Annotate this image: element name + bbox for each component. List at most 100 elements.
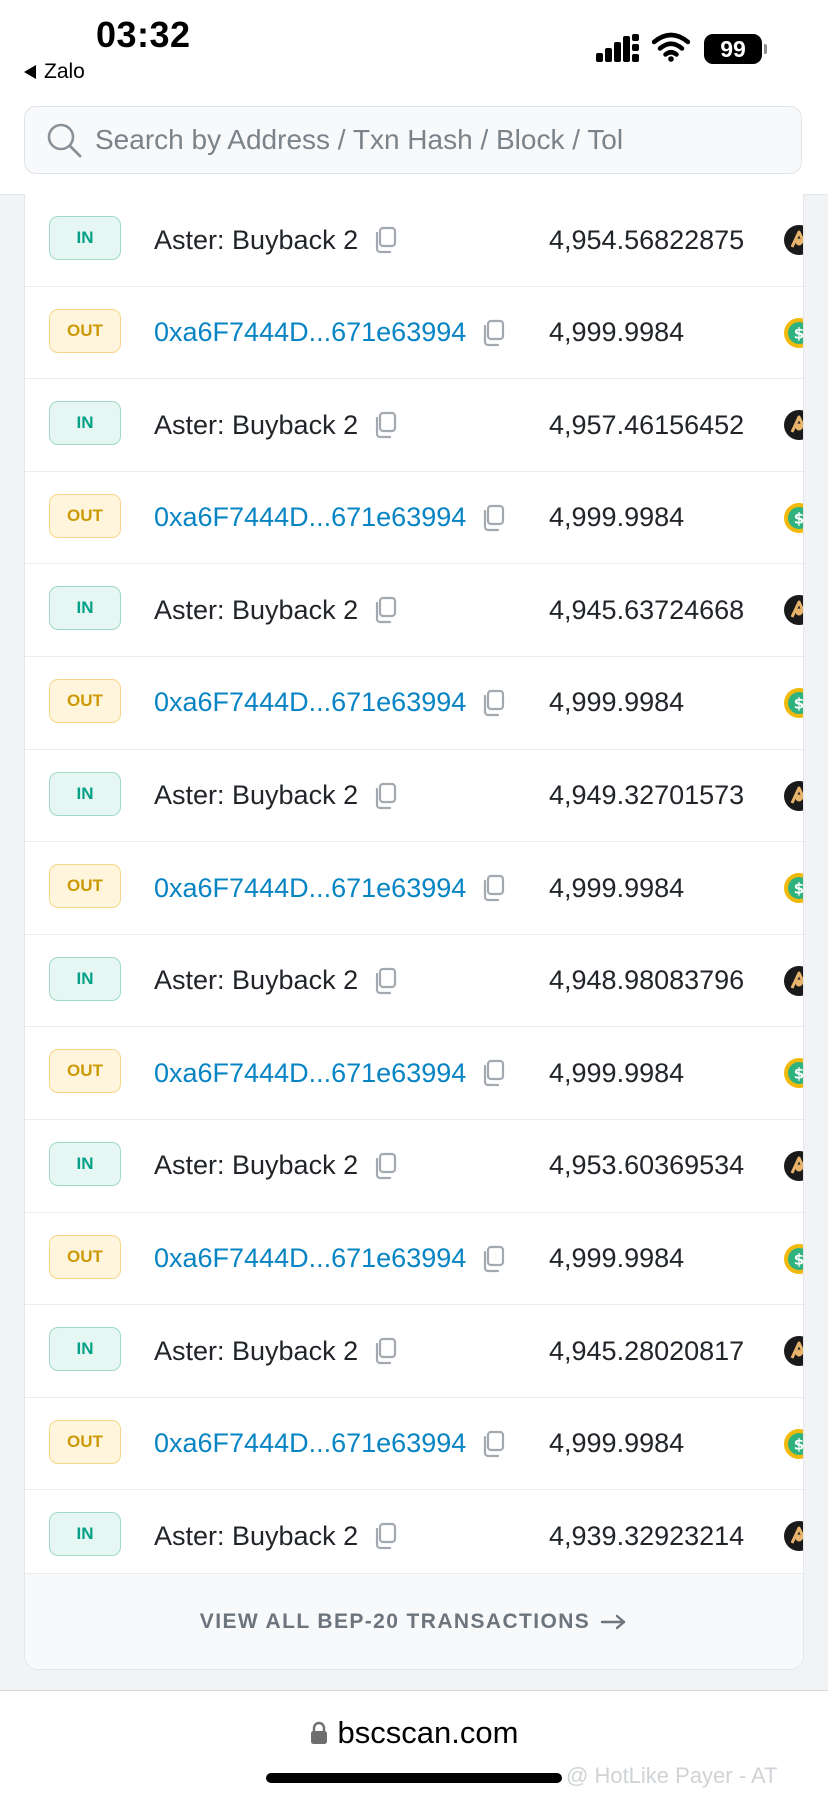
direction-badge-in: IN [49,771,121,816]
direction-badge-out: OUT [49,1234,121,1279]
aster-token-icon [784,780,803,811]
usd-token-icon: $ [784,502,803,533]
usd-token-icon: $ [784,1428,803,1459]
counterparty-label: Aster: Buyback 2 [154,780,359,811]
counterparty-label: Aster: Buyback 2 [154,409,359,440]
transfer-amount: 4,999.9984 [549,502,685,533]
view-all-transactions-link[interactable]: VIEW ALL BEP-20 TRANSACTIONS [25,1573,803,1669]
copy-icon[interactable] [372,1152,398,1180]
transfer-row: OUT 0xa6F7444D...671e63994 4,999.9984 $ [25,842,803,935]
copy-icon[interactable] [480,319,506,347]
transfer-list: IN Aster: Buyback 2 4,954.56822875 OUT 0xa6F… [25,194,803,1583]
status-bar: 03:32 Zalo 99 [0,0,828,90]
aster-token-icon [784,595,803,626]
search-input[interactable] [95,115,775,165]
usd-token-icon: $ [784,1058,803,1089]
copy-icon[interactable] [372,967,398,995]
transfer-row: IN Aster: Buyback 2 4,948.98083796 [25,935,803,1028]
counterparty-address-link[interactable]: 0xa6F7444D...671e63994 [154,472,506,564]
copy-icon[interactable] [372,411,398,439]
copy-icon[interactable] [480,1245,506,1273]
direction-badge-in: IN [49,1327,121,1372]
counterparty-address-link[interactable]: 0xa6F7444D...671e63994 [154,1027,506,1119]
counterparty-label: Aster: Buyback 2 [154,594,359,625]
lock-icon [310,1721,327,1744]
counterparty-label: Aster: Buyback 2 [154,965,359,996]
battery-cap [764,44,767,54]
svg-text:$: $ [794,694,803,712]
copy-icon[interactable] [372,1337,398,1365]
direction-badge-in: IN [49,586,121,631]
transfer-row: IN Aster: Buyback 2 4,945.28020817 [25,1305,803,1398]
direction-badge-in: IN [49,1512,121,1557]
transfer-amount: 4,948.98083796 [549,965,745,996]
direction-badge-out: OUT [49,1419,121,1464]
direction-badge-out: OUT [49,493,121,538]
status-time: 03:32 [96,14,191,55]
transfer-row: IN Aster: Buyback 2 4,953.60369534 [25,1120,803,1213]
counterparty-label: 0xa6F7444D...671e63994 [154,687,467,718]
search-icon [47,123,82,158]
aster-token-icon [784,1336,803,1367]
usd-token-icon: $ [784,1243,803,1274]
transfer-amount: 4,939.32923214 [549,1520,745,1551]
transfer-amount: 4,999.9984 [549,1428,685,1459]
transfer-amount: 4,999.9984 [549,1057,685,1088]
transfer-row: IN Aster: Buyback 2 4,945.63724668 [25,564,803,657]
svg-text:$: $ [794,1250,803,1268]
transfer-row: OUT 0xa6F7444D...671e63994 4,999.9984 $ [25,1398,803,1491]
url-text: bscscan.com [337,1715,519,1750]
svg-text:$: $ [794,324,803,342]
transfer-amount: 4,999.9984 [549,872,685,903]
copy-icon[interactable] [480,504,506,532]
copy-icon[interactable] [480,874,506,902]
direction-badge-in: IN [49,1141,121,1186]
direction-badge-out: OUT [49,1049,121,1094]
counterparty-name: Aster: Buyback 2 [154,750,398,842]
address-bar[interactable]: bscscan.com [0,1715,828,1751]
battery-indicator: 99 [704,34,762,64]
direction-badge-out: OUT [49,678,121,723]
transfer-row: OUT 0xa6F7444D...671e63994 4,999.9984 $ [25,1213,803,1306]
counterparty-label: 0xa6F7444D...671e63994 [154,1243,467,1274]
counterparty-label: Aster: Buyback 2 [154,1335,359,1366]
copy-icon[interactable] [372,596,398,624]
transfer-row: IN Aster: Buyback 2 4,957.46156452 [25,379,803,472]
cellular-signal-icon [596,34,639,62]
search-box[interactable] [24,106,802,174]
counterparty-name: Aster: Buyback 2 [154,935,398,1027]
copy-icon[interactable] [372,1522,398,1550]
counterparty-name: Aster: Buyback 2 [154,564,398,656]
browser-bottom-bar: bscscan.com @ HotLike Payer - AT [0,1690,828,1793]
counterparty-name: Aster: Buyback 2 [154,1490,398,1582]
counterparty-label: 0xa6F7444D...671e63994 [154,502,467,533]
counterparty-label: 0xa6F7444D...671e63994 [154,317,467,348]
aster-token-icon [784,410,803,441]
arrow-right-icon [601,1614,626,1629]
svg-text:$: $ [794,1065,803,1083]
usd-token-icon: $ [784,317,803,348]
counterparty-address-link[interactable]: 0xa6F7444D...671e63994 [154,842,506,934]
copy-icon[interactable] [480,1430,506,1458]
counterparty-address-link[interactable]: 0xa6F7444D...671e63994 [154,1398,506,1490]
counterparty-label: 0xa6F7444D...671e63994 [154,1057,467,1088]
counterparty-address-link[interactable]: 0xa6F7444D...671e63994 [154,1213,506,1305]
svg-text:$: $ [794,1435,803,1453]
aster-token-icon [784,225,803,255]
direction-badge-in: IN [49,401,121,446]
copy-icon[interactable] [372,226,398,254]
transfer-amount: 4,954.56822875 [549,224,745,255]
counterparty-address-link[interactable]: 0xa6F7444D...671e63994 [154,287,506,379]
direction-badge-out: OUT [49,308,121,353]
svg-text:$: $ [794,509,803,527]
copy-icon[interactable] [372,782,398,810]
back-to-app-button[interactable]: Zalo [24,60,85,84]
transfer-amount: 4,949.32701573 [549,780,745,811]
counterparty-address-link[interactable]: 0xa6F7444D...671e63994 [154,657,506,749]
copy-icon[interactable] [480,689,506,717]
home-indicator[interactable] [266,1773,562,1783]
transfer-amount: 4,957.46156452 [549,409,745,440]
transfer-amount: 4,945.28020817 [549,1335,745,1366]
transfer-amount: 4,999.9984 [549,687,685,718]
copy-icon[interactable] [480,1059,506,1087]
